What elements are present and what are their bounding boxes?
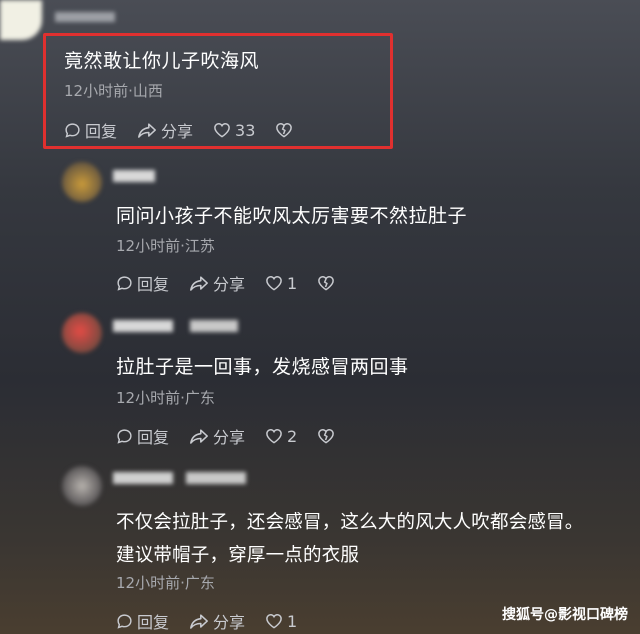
comment-meta: 12小时前·江苏 (116, 237, 215, 255)
reply-button[interactable]: 回复 (116, 609, 169, 633)
dislike-button[interactable] (317, 275, 339, 291)
heart-icon (266, 614, 282, 629)
username-blurred (190, 320, 238, 332)
comment-meta: 12小时前·广东 (116, 574, 215, 592)
chat-bubble-icon (117, 613, 132, 629)
reply-button[interactable]: 回复 (116, 271, 169, 295)
chat-bubble-icon (117, 428, 132, 444)
share-button[interactable]: 分享 (189, 609, 245, 633)
like-button[interactable]: 1 (265, 274, 297, 293)
reply-label: 回复 (85, 122, 118, 141)
share-arrow-icon (190, 275, 208, 291)
share-arrow-icon (190, 428, 208, 444)
share-label: 分享 (161, 122, 194, 141)
dislike-button[interactable] (275, 122, 297, 138)
broken-heart-icon (318, 429, 335, 444)
share-button[interactable]: 分享 (189, 424, 245, 448)
comment-meta: 12小时前·广东 (116, 389, 215, 407)
comment-actions: 回复 分享 1 (116, 609, 317, 633)
chat-bubble-icon (117, 275, 132, 291)
like-count: 33 (235, 120, 256, 140)
comment-actions: 回复 分享 2 (116, 424, 359, 448)
like-button[interactable]: 33 (213, 121, 255, 140)
share-arrow-icon (138, 122, 156, 138)
comment-actions: 回复 分享 33 (64, 118, 317, 142)
like-count: 2 (287, 426, 298, 446)
comment-text: 不仅会拉肚子，还会感冒，这么大的风大人吹都会感冒。 (116, 512, 584, 533)
broken-heart-icon (276, 123, 293, 138)
like-button[interactable]: 1 (265, 612, 297, 631)
avatar (62, 466, 102, 506)
avatar (62, 313, 102, 353)
dislike-button[interactable] (317, 428, 339, 444)
heart-icon (266, 429, 282, 444)
chat-bubble-icon (65, 122, 80, 138)
watermark: 搜狐号@影视口碑榜 (502, 607, 628, 623)
share-button[interactable]: 分享 (137, 118, 193, 142)
reply-label: 回复 (137, 428, 170, 447)
avatar (62, 162, 102, 202)
comment-text: 竟然敢让你儿子吹海风 (64, 50, 260, 72)
username-blurred (55, 12, 115, 22)
avatar (0, 0, 42, 40)
share-button[interactable]: 分享 (189, 271, 245, 295)
comment-text: 建议带帽子，穿厚一点的衣服 (116, 545, 360, 566)
like-count: 1 (287, 273, 298, 293)
share-label: 分享 (213, 613, 246, 632)
like-count: 1 (287, 611, 298, 631)
heart-icon (266, 276, 282, 291)
username-blurred (186, 472, 246, 484)
username-blurred (113, 472, 173, 484)
share-arrow-icon (190, 613, 208, 629)
share-label: 分享 (213, 428, 246, 447)
reply-label: 回复 (137, 613, 170, 632)
share-label: 分享 (213, 275, 246, 294)
broken-heart-icon (318, 276, 335, 291)
comment-actions: 回复 分享 1 (116, 271, 359, 295)
reply-label: 回复 (137, 275, 170, 294)
username-blurred (113, 170, 155, 182)
comment-text: 同问小孩子不能吹风太厉害要不然拉肚子 (116, 205, 468, 227)
reply-button[interactable]: 回复 (64, 118, 117, 142)
like-button[interactable]: 2 (265, 427, 297, 446)
username-blurred (113, 320, 173, 332)
reply-button[interactable]: 回复 (116, 424, 169, 448)
comment-text: 拉肚子是一回事，发烧感冒两回事 (116, 356, 409, 378)
heart-icon (214, 123, 230, 138)
comment-meta: 12小时前·山西 (64, 82, 163, 100)
